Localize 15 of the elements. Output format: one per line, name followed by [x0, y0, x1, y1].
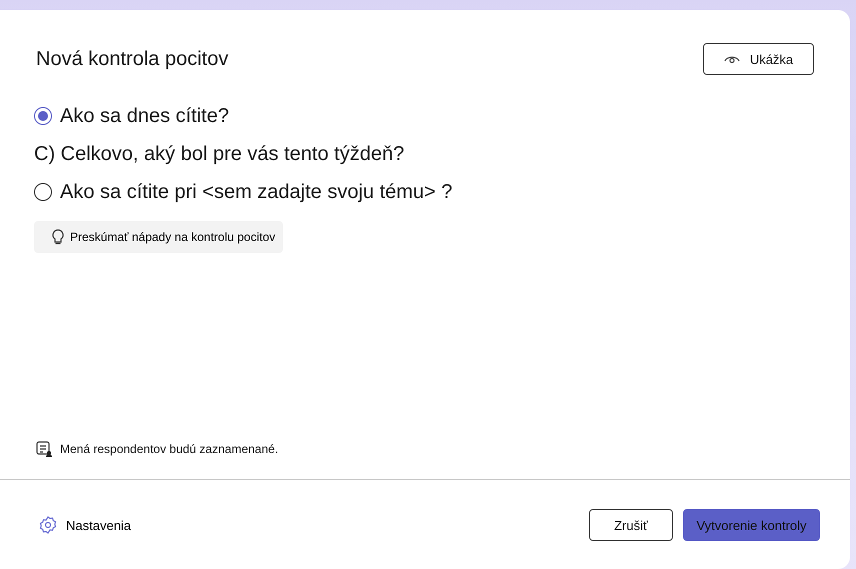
- preview-button[interactable]: Ukážka: [703, 43, 814, 75]
- respondents-note: Mená respondentov budú zaznamenané.: [60, 442, 278, 456]
- lightbulb-icon: [52, 229, 64, 245]
- question-text: Ako sa dnes cítite?: [60, 104, 229, 128]
- question-text: Ako sa cítite pri <sem zadajte svoju tému> ?: [60, 180, 452, 204]
- question-text: C) Celkovo, aký bol pre vás tento týždeň?: [34, 142, 404, 166]
- radio-button[interactable]: [34, 183, 52, 201]
- create-button[interactable]: Vytvorenie kontroly: [683, 509, 820, 541]
- cancel-button[interactable]: Zrušiť: [589, 509, 673, 541]
- list-person-icon: [36, 441, 52, 457]
- settings-icon: [38, 515, 58, 535]
- dialog-title: Nová kontrola pocitov: [36, 48, 228, 70]
- ideas-button[interactable]: Preskúmať nápady na kontrolu pocitov: [34, 221, 284, 253]
- settings-button[interactable]: Nastavenia: [38, 515, 132, 535]
- radio-button[interactable]: [34, 107, 52, 125]
